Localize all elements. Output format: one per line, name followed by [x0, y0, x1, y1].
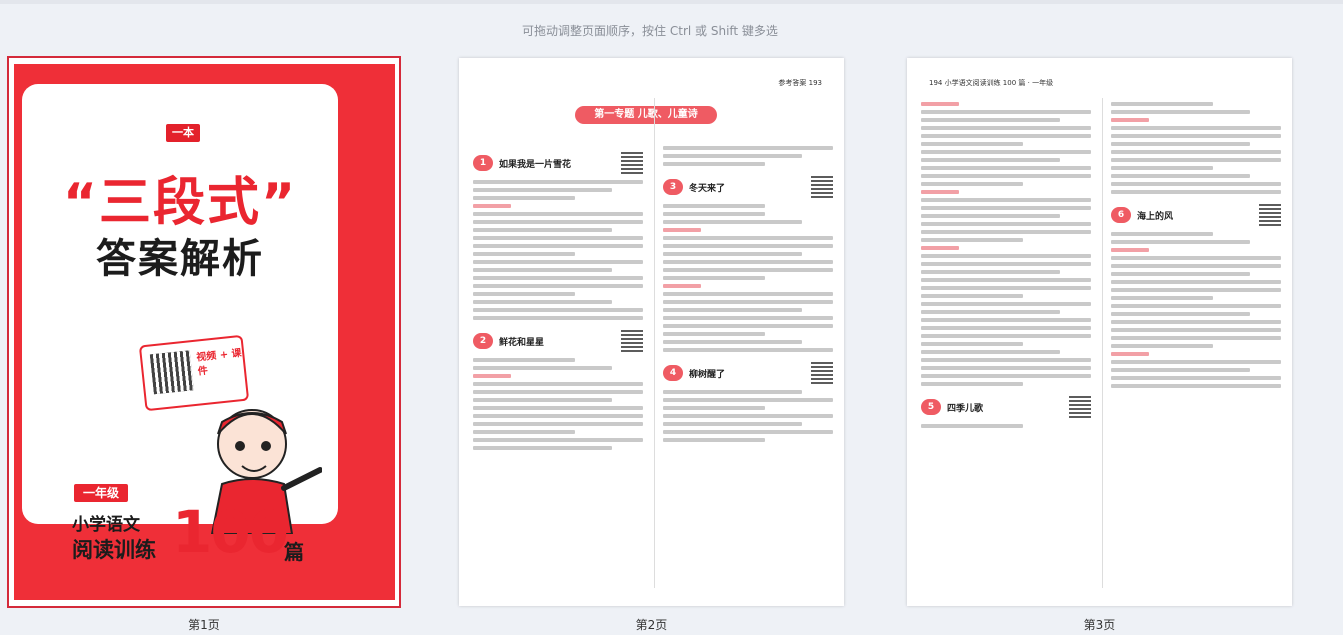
section-number: 6: [1111, 207, 1131, 223]
section-title: 如果我是一片雪花: [499, 159, 572, 170]
section-heading: 5 四季儿歌: [921, 396, 1091, 418]
section-number: 3: [663, 179, 683, 195]
section-heading: 6 海上的风: [1111, 204, 1281, 226]
brand-logo: 一本: [166, 124, 200, 142]
right-column: 6 海上的风: [1111, 98, 1281, 392]
page-label-3: 第3页: [1083, 618, 1116, 632]
section-title: 柳树醒了: [689, 369, 726, 380]
series-number: 100: [172, 498, 289, 566]
cover-background: 一本 “三段式” 答案解析 视频 + 课件 一年级 小学语文 阅读训练 100 …: [14, 64, 395, 600]
qr-code-icon: [621, 152, 643, 174]
page-label-1: 第1页: [188, 618, 220, 632]
left-column: 5 四季儿歌: [921, 98, 1091, 432]
section-title: 海上的风: [1137, 211, 1174, 222]
section-heading: 1 如果我是一片雪花: [473, 152, 643, 174]
section-heading: 4 柳树醒了: [663, 362, 833, 384]
qr-code-icon: [811, 362, 833, 384]
page-header: 194 小学语文阅读训练 100 篇 · 一年级: [929, 79, 1054, 87]
page-thumbnail-3[interactable]: 194 小学语文阅读训练 100 篇 · 一年级 5 四季儿歌 6 海上的风: [907, 58, 1292, 606]
page-thumbnail-2[interactable]: 参考答案 193 第一专题 儿歌、儿童诗 1 如果我是一片雪花 2 鲜花和星星 …: [459, 58, 844, 606]
series-line-2: 阅读训练: [72, 538, 156, 562]
section-heading: 3 冬天来了: [663, 176, 833, 198]
qr-code-icon: [1259, 204, 1281, 226]
cover-title: “三段式”: [62, 173, 298, 233]
right-column: 3 冬天来了 4 柳树醒了: [663, 142, 833, 446]
qr-code-icon: [621, 330, 643, 352]
grade-badge: 一年级: [74, 484, 128, 502]
drag-hint: 可拖动调整页面顺序，按住 Ctrl 或 Shift 键多选: [522, 24, 778, 38]
page-header: 参考答案 193: [778, 79, 822, 87]
section-title: 冬天来了: [689, 183, 726, 194]
section-number: 1: [473, 155, 493, 171]
section-title: 鲜花和星星: [499, 337, 545, 348]
section-heading: 2 鲜花和星星: [473, 330, 643, 352]
toolbar-edge: [0, 0, 1343, 4]
page-label-2: 第2页: [635, 618, 668, 632]
section-number: 2: [473, 333, 493, 349]
page-thumbnail-1[interactable]: 一本 “三段式” 答案解析 视频 + 课件 一年级 小学语文 阅读训练 100 …: [7, 56, 401, 608]
section-number: 5: [921, 399, 941, 415]
column-divider: [1102, 98, 1103, 588]
column-divider: [654, 98, 655, 588]
topic-banner: 第一专题 儿歌、儿童诗: [575, 106, 717, 124]
sign-text: 视频 + 课件: [195, 347, 243, 378]
section-title: 四季儿歌: [947, 403, 984, 414]
cover-subtitle: 答案解析: [96, 236, 264, 282]
left-column: 1 如果我是一片雪花 2 鲜花和星星: [473, 142, 643, 454]
qr-code-icon: [1069, 396, 1091, 418]
cover-card: 一本 “三段式” 答案解析 视频 + 课件 一年级 小学语文 阅读训练 100 …: [22, 84, 338, 566]
section-number: 4: [663, 365, 683, 381]
qr-code-icon: [811, 176, 833, 198]
series-unit: 篇: [284, 540, 304, 564]
series-line-1: 小学语文: [72, 515, 140, 535]
